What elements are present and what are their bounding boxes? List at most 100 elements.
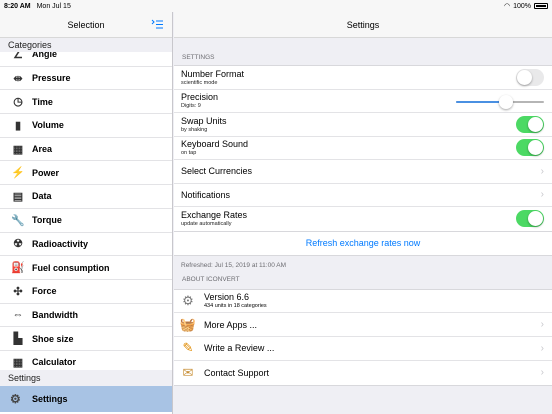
volume-icon: ▮ xyxy=(14,119,22,132)
contact-support-label: Contact Support xyxy=(204,367,270,378)
swap-units-title: Swap Units xyxy=(181,115,227,126)
page-title: Settings xyxy=(174,12,552,38)
number-format-row: Number Format scientific mode xyxy=(174,66,552,90)
pencil-icon: ✎ xyxy=(182,340,194,356)
sidebar: Selection Categories ∠ Angle ⇹ Pressure ◷ Tim… xyxy=(0,12,173,414)
sidebar-item-label: Power xyxy=(32,167,60,178)
refresh-rates-button[interactable]: Refresh exchange rates now xyxy=(174,231,552,256)
sidebar-item-label: Calculator xyxy=(32,357,77,368)
battery-percent: 100% xyxy=(513,2,531,10)
write-review-row[interactable]: ✎ Write a Review ... › xyxy=(174,337,552,361)
sidebar-item-area[interactable]: ▦ Area xyxy=(0,138,172,162)
exchange-rates-sub: update automatically xyxy=(181,221,232,228)
sidebar-item-time[interactable]: ◷ Time xyxy=(0,90,172,115)
exchange-rates-toggle[interactable] xyxy=(516,210,544,228)
status-time: 8:20 AM xyxy=(4,2,31,10)
refreshed-timestamp: Refreshed: Jul 15, 2019 at 11:00 AM xyxy=(181,261,287,269)
gear-icon: ⚙ xyxy=(182,292,194,308)
shoe-icon: ▙ xyxy=(13,333,23,346)
sidebar-item-label: Torque xyxy=(32,215,62,226)
chevron-right-icon: › xyxy=(540,342,544,354)
sidebar-item-label: Bandwidth xyxy=(32,309,78,320)
contact-support-row[interactable]: ✉ Contact Support › xyxy=(174,360,552,385)
more-apps-row[interactable]: 🧺 More Apps ... › xyxy=(174,313,552,338)
settings-group-header: SETTINGS xyxy=(182,54,215,61)
basket-icon: 🧺 xyxy=(179,316,197,332)
sidebar-item-bandwidth[interactable]: ⇔ Bandwidth xyxy=(0,304,172,328)
notifications-label: Notifications xyxy=(181,189,231,200)
sidebar-item-volume[interactable]: ▮ Volume xyxy=(0,114,172,138)
swap-units-sub: by shaking xyxy=(181,126,208,133)
battery-icon xyxy=(534,3,548,9)
sidebar-item-torque[interactable]: 🔧 Torque xyxy=(0,209,172,233)
number-format-title: Number Format xyxy=(181,68,245,79)
swap-units-toggle[interactable] xyxy=(516,115,544,133)
precision-slider[interactable] xyxy=(456,94,544,109)
precision-sub: Digits: 9 xyxy=(181,103,201,110)
exchange-rates-title: Exchange Rates xyxy=(181,210,248,221)
categories-section-label: Categories xyxy=(0,38,172,52)
status-date: Mon Jul 15 xyxy=(36,2,71,10)
wrench-icon: 🔧 xyxy=(11,214,25,227)
sidebar-item-data[interactable]: ▤ Data xyxy=(0,185,172,209)
power-bolt-icon: ⚡ xyxy=(11,167,25,180)
pressure-icon: ⇹ xyxy=(13,72,23,85)
sidebar-item-settings[interactable]: ⚙ Settings xyxy=(0,386,172,412)
sidebar-item-label: Settings xyxy=(32,394,68,404)
status-right: ◠ 100% xyxy=(504,2,548,10)
sidebar-item-calculator[interactable]: ▦ Calculator xyxy=(0,351,172,370)
sidebar-item-power[interactable]: ⚡ Power xyxy=(0,161,172,186)
sidebar-item-shoe-size[interactable]: ▙ Shoe size xyxy=(0,327,172,351)
number-format-toggle[interactable] xyxy=(516,68,544,86)
data-tray-icon: ▤ xyxy=(12,190,24,203)
keyboard-sound-sub: on tap xyxy=(181,150,197,157)
sidebar-item-label: Data xyxy=(32,191,52,202)
envelope-icon: ✉ xyxy=(182,364,194,380)
force-arrows-icon: ✣ xyxy=(13,285,23,298)
chevron-right-icon: › xyxy=(540,165,544,177)
sidebar-item-angle[interactable]: ∠ Angle xyxy=(0,52,172,67)
sidebar-item-label: Radioactivity xyxy=(32,238,89,249)
chevron-right-icon: › xyxy=(540,319,544,331)
version-sub: 434 units in 18 categories xyxy=(204,303,267,310)
radioactive-icon: ☢ xyxy=(13,238,23,251)
version-row: ⚙ Version 6.6 434 units in 18 categories xyxy=(174,289,552,314)
precision-slider-thumb[interactable] xyxy=(499,94,514,109)
sidebar-item-fuel-consumption[interactable]: ⛽ Fuel consumption xyxy=(0,256,172,280)
sidebar-item-label: Area xyxy=(32,144,53,155)
angle-icon: ∠ xyxy=(13,52,23,61)
edit-list-icon[interactable] xyxy=(151,18,164,31)
category-list[interactable]: ∠ Angle ⇹ Pressure ◷ Time ▮ Volume ▦ Area ⚡ Power ▤ D… xyxy=(0,52,172,370)
sidebar-item-label: Force xyxy=(32,286,57,297)
keyboard-sound-toggle[interactable] xyxy=(516,139,544,157)
sidebar-header: Selection xyxy=(0,12,172,38)
about-group-header: ABOUT ICONVERT xyxy=(182,275,240,283)
number-format-sub: scientific mode xyxy=(181,79,218,86)
gear-icon: ⚙ xyxy=(10,392,21,406)
exchange-rates-row: Exchange Rates update automatically xyxy=(174,207,552,231)
fuel-pump-icon: ⛽ xyxy=(11,262,25,275)
sidebar-item-label: Time xyxy=(32,96,53,107)
sidebar-title: Selection xyxy=(67,19,105,30)
sidebar-item-label: Shoe size xyxy=(32,333,74,344)
precision-title: Precision xyxy=(181,92,219,103)
version-title: Version 6.6 xyxy=(204,292,250,303)
clock-icon: ◷ xyxy=(13,96,23,109)
swap-units-row: Swap Units by shaking xyxy=(174,113,552,137)
notifications-row[interactable]: Notifications › xyxy=(174,184,552,207)
status-bar: 8:20 AM Mon Jul 15 ◠ 100% xyxy=(0,0,552,12)
chevron-right-icon: › xyxy=(540,367,544,379)
settings-panel: Settings SETTINGS Number Format scientif… xyxy=(174,12,552,414)
settings-section-label: Settings xyxy=(0,370,172,386)
calculator-icon: ▦ xyxy=(12,356,24,369)
select-currencies-row[interactable]: Select Currencies › xyxy=(174,160,552,184)
sidebar-item-pressure[interactable]: ⇹ Pressure xyxy=(0,67,172,91)
area-grid-icon: ▦ xyxy=(12,143,24,156)
sidebar-item-radioactivity[interactable]: ☢ Radioactivity xyxy=(0,233,172,257)
chevron-right-icon: › xyxy=(540,189,544,201)
write-review-label: Write a Review ... xyxy=(204,343,275,354)
sidebar-item-force[interactable]: ✣ Force xyxy=(0,280,172,304)
keyboard-sound-title: Keyboard Sound xyxy=(181,139,249,150)
sidebar-item-label: Pressure xyxy=(32,73,71,84)
sidebar-item-label: Fuel consumption xyxy=(32,262,110,273)
